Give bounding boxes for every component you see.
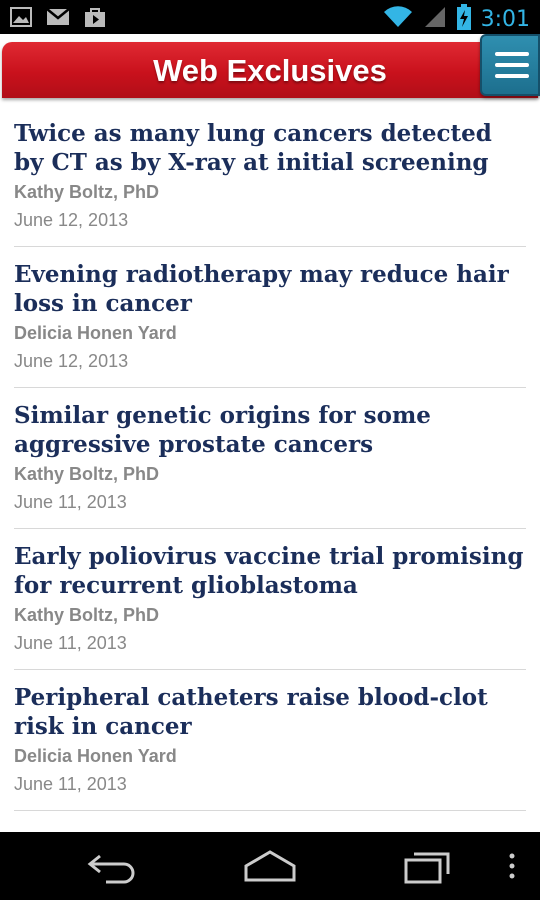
article-date: June 11, 2013 — [14, 633, 127, 653]
signal-icon — [423, 5, 447, 34]
hamburger-menu-button[interactable] — [480, 34, 540, 96]
article-list: Twice as many lung cancers detected by C… — [14, 106, 526, 811]
home-icon[interactable] — [242, 848, 298, 889]
status-bar: 3:01 — [0, 0, 540, 34]
app-header: Web Exclusives — [0, 34, 540, 106]
article-title: Twice as many lung cancers detected by C… — [14, 120, 492, 176]
article-date: June 12, 2013 — [14, 210, 129, 230]
article-title: Peripheral catheters raise blood-clot ri… — [14, 684, 488, 740]
article-author: Kathy Boltz, PhD — [14, 464, 160, 484]
list-item[interactable]: Similar genetic origins for some aggress… — [14, 388, 526, 529]
list-item[interactable]: Early poliovirus vaccine trial promising… — [14, 529, 526, 670]
article-author: Delicia Honen Yard — [14, 746, 177, 766]
page-title: Web Exclusives — [153, 53, 387, 88]
article-date: June 11, 2013 — [14, 492, 127, 512]
system-nav-bar — [0, 832, 540, 900]
article-author: Kathy Boltz, PhD — [14, 605, 160, 625]
image-icon — [10, 7, 32, 32]
article-author: Kathy Boltz, PhD — [14, 182, 160, 202]
battery-charging-icon — [456, 4, 471, 35]
article-title: Similar genetic origins for some aggress… — [14, 402, 431, 458]
back-icon[interactable] — [86, 848, 138, 889]
play-store-icon — [84, 6, 106, 33]
list-item[interactable]: Evening radiotherapy may reduce hair los… — [14, 247, 526, 388]
article-date: June 11, 2013 — [14, 774, 127, 794]
article-date: June 12, 2013 — [14, 351, 129, 371]
article-title: Evening radiotherapy may reduce hair los… — [14, 261, 509, 317]
overflow-menu-icon[interactable] — [506, 848, 518, 889]
gmail-icon — [46, 7, 70, 32]
clock: 3:01 — [480, 6, 530, 32]
article-title: Early poliovirus vaccine trial promising… — [14, 543, 524, 599]
wifi-icon — [383, 6, 413, 33]
list-item[interactable]: Peripheral catheters raise blood-clot ri… — [14, 670, 526, 811]
article-author: Delicia Honen Yard — [14, 323, 177, 343]
list-item[interactable]: Twice as many lung cancers detected by C… — [14, 106, 526, 247]
recent-apps-icon[interactable] — [402, 848, 454, 889]
